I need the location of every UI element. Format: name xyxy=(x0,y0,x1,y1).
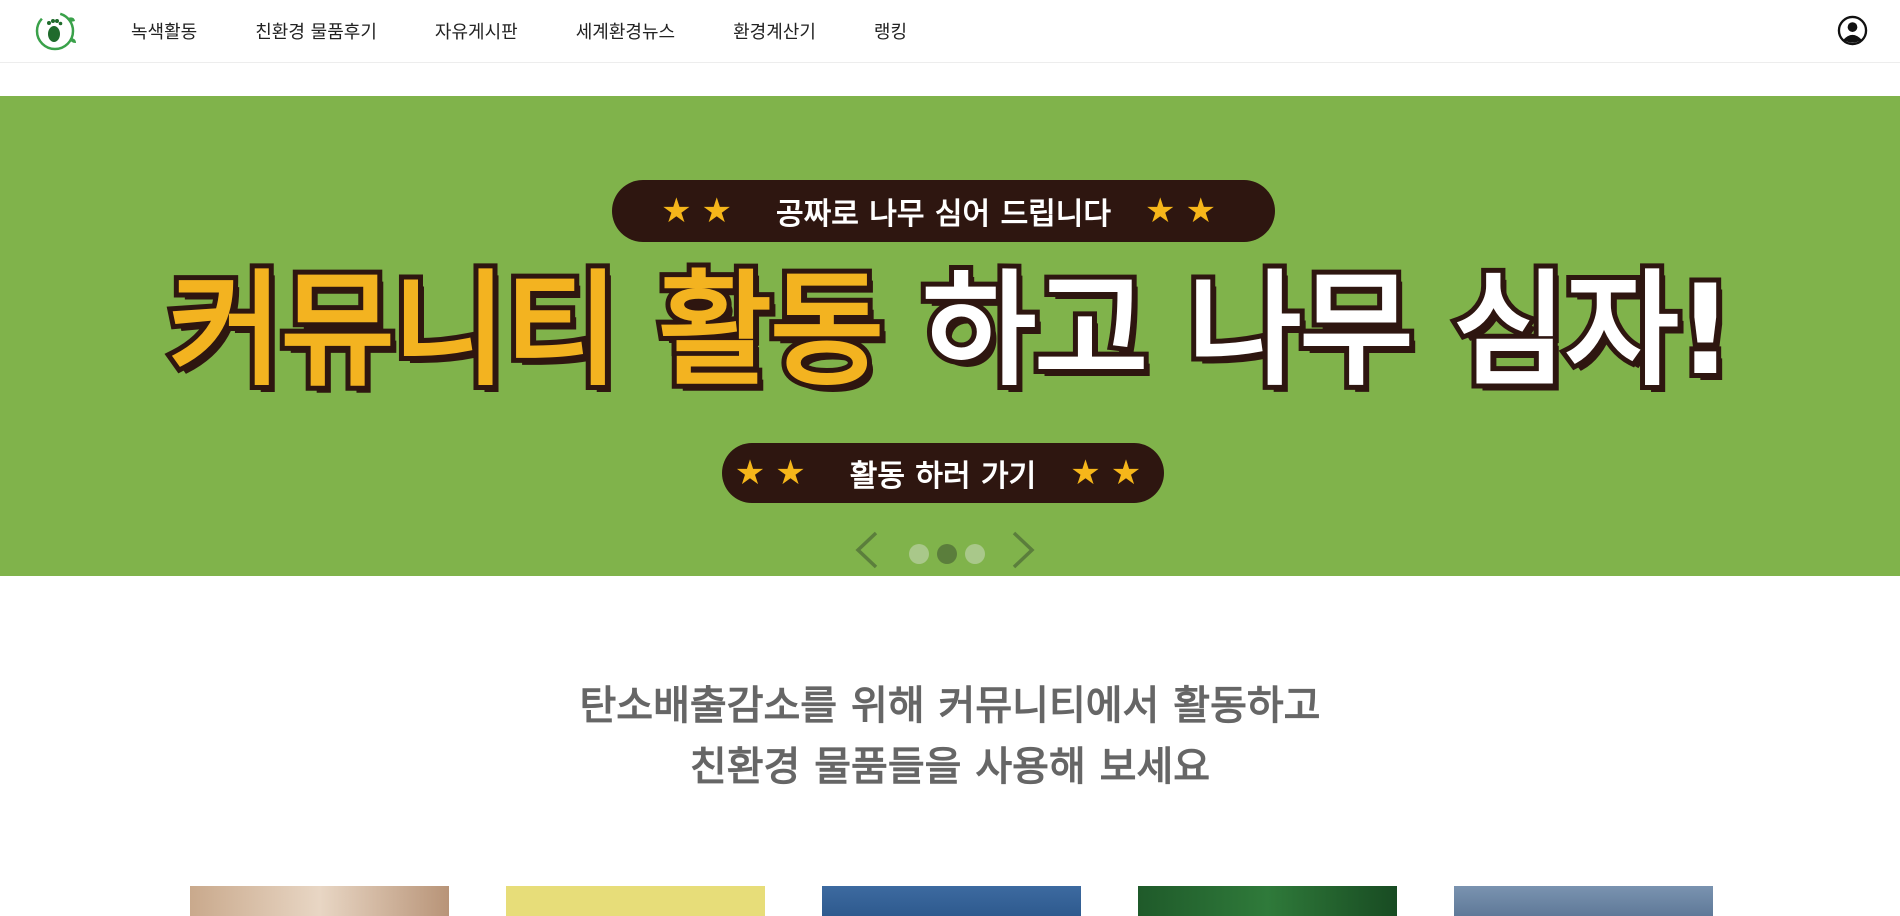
stars-left-icon: ★★ xyxy=(661,191,743,231)
carousel-prev-arrow-icon[interactable] xyxy=(852,530,882,570)
carousel-dot-2[interactable] xyxy=(937,544,957,564)
stars-right-icon: ★★ xyxy=(1070,453,1152,493)
headline-highlight: 커뮤니티 활동 xyxy=(163,254,889,408)
menu-free-board[interactable]: 자유게시판 xyxy=(435,18,518,44)
headline-rest: 하고 나무 심자! xyxy=(917,254,1738,408)
intro-line-1: 탄소배출감소를 위해 커뮤니티에서 활동하고 xyxy=(579,683,1321,729)
menu-ranking[interactable]: 랭킹 xyxy=(874,18,907,44)
card-image-4[interactable] xyxy=(1138,886,1397,916)
carousel-next-arrow-icon[interactable] xyxy=(1008,530,1038,570)
footprint-leaf-logo-icon[interactable] xyxy=(32,8,78,54)
card-image-5[interactable] xyxy=(1454,886,1713,916)
menu-green-activity[interactable]: 녹색활동 xyxy=(131,18,197,44)
intro-line-2: 친환경 물품들을 사용해 보세요 xyxy=(689,744,1211,790)
hero-banner[interactable]: ★★ 공짜로 나무 심어 드립니다 ★★ 커뮤니티 활동 하고 나무 심자! ★… xyxy=(0,96,1900,576)
carousel-dot-1[interactable] xyxy=(909,544,929,564)
card-image-2[interactable] xyxy=(506,886,765,916)
card-image-1[interactable] xyxy=(190,886,449,916)
carousel-dot-3[interactable] xyxy=(965,544,985,564)
stars-right-icon: ★★ xyxy=(1144,191,1226,231)
intro-text: 탄소배출감소를 위해 커뮤니티에서 활동하고 친환경 물품들을 사용해 보세요 xyxy=(0,676,1900,798)
top-navbar: 녹색활동 친환경 물품후기 자유게시판 세계환경뉴스 환경계산기 랭킹 xyxy=(0,0,1900,63)
go-activity-button[interactable]: ★★ 활동 하러 가기 ★★ xyxy=(722,443,1164,503)
banner-headline: 커뮤니티 활동 하고 나무 심자! xyxy=(0,244,1900,408)
carousel-indicators xyxy=(909,544,993,564)
stars-left-icon: ★★ xyxy=(734,453,816,493)
card-row xyxy=(190,886,1770,916)
menu-eco-product-review[interactable]: 친환경 물품후기 xyxy=(255,18,377,44)
free-tree-text: 공짜로 나무 심어 드립니다 xyxy=(776,197,1111,232)
main-menu: 녹색활동 친환경 물품후기 자유게시판 세계환경뉴스 환경계산기 랭킹 xyxy=(131,0,965,62)
user-account-icon[interactable] xyxy=(1837,15,1868,46)
menu-world-environment-news[interactable]: 세계환경뉴스 xyxy=(576,18,675,44)
menu-environment-calculator[interactable]: 환경계산기 xyxy=(733,18,816,44)
go-activity-label: 활동 하러 가기 xyxy=(849,459,1037,494)
card-image-3[interactable] xyxy=(822,886,1081,916)
